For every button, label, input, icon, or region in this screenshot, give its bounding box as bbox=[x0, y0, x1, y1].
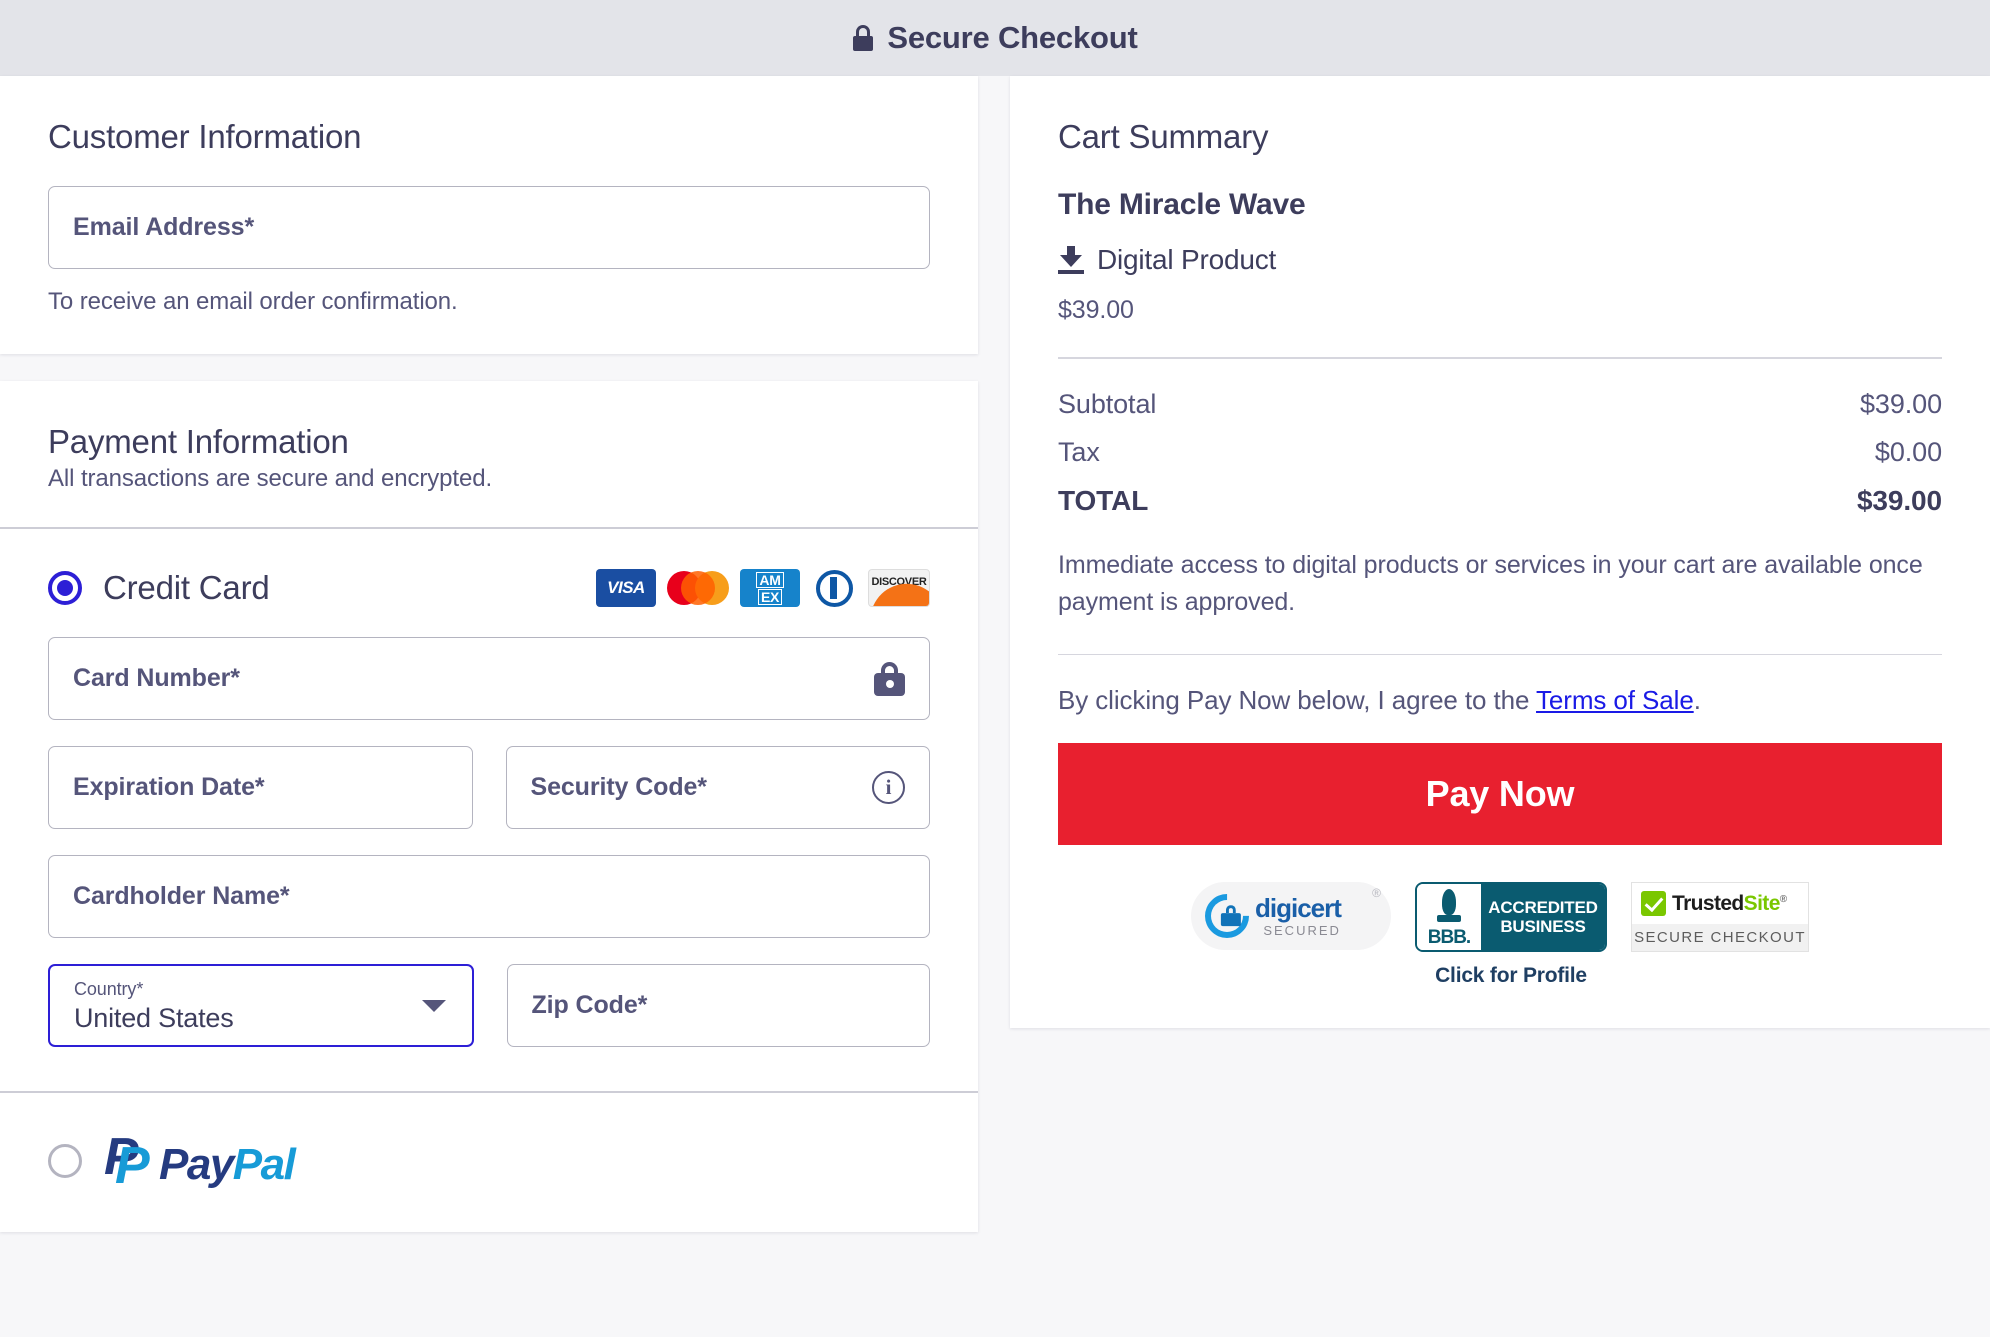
trustedsite-part1: Trusted bbox=[1672, 891, 1744, 915]
bbb-line2: BUSINESS bbox=[1500, 917, 1586, 937]
product-type-label: Digital Product bbox=[1097, 244, 1277, 275]
payment-method-credit-card[interactable]: Credit Card VISA AM EX DISCOVER bbox=[0, 529, 978, 607]
bbb-line1: ACCREDITED bbox=[1488, 897, 1598, 917]
expiration-date-label: Expiration Date* bbox=[73, 773, 265, 801]
card-number-label: Card Number* bbox=[73, 664, 240, 692]
total-value: $39.00 bbox=[1856, 484, 1942, 516]
payment-information-subtitle: All transactions are secure and encrypte… bbox=[48, 465, 493, 492]
info-icon[interactable]: i bbox=[872, 771, 905, 804]
country-value: United States bbox=[74, 1003, 234, 1033]
cart-summary-card: Cart Summary The Miracle Wave Digital Pr… bbox=[1010, 76, 1990, 1029]
subtotal-value: $39.00 bbox=[1860, 388, 1942, 419]
tax-row: Tax $0.00 bbox=[1058, 437, 1942, 468]
total-label: TOTAL bbox=[1058, 484, 1149, 516]
card-brand-logos: VISA AM EX DISCOVER bbox=[596, 569, 930, 607]
email-help-text: To receive an email order confirmation. bbox=[48, 288, 458, 315]
email-field[interactable]: Email Address* bbox=[48, 186, 930, 269]
card-number-field[interactable]: Card Number* bbox=[48, 637, 930, 720]
bbb-abbr: BBB. bbox=[1427, 926, 1471, 948]
digicert-sub: SECURED bbox=[1263, 923, 1341, 939]
security-code-field[interactable]: Security Code* i bbox=[505, 746, 930, 829]
subtotal-label: Subtotal bbox=[1058, 388, 1157, 419]
bbb-click-for-profile[interactable]: Click for Profile bbox=[1435, 964, 1587, 988]
terms-prefix: By clicking Pay Now below, I agree to th… bbox=[1058, 685, 1537, 716]
total-row: TOTAL $39.00 bbox=[1058, 485, 1942, 517]
customer-information-card: Customer Information Email Address* To r… bbox=[0, 76, 978, 354]
paypal-radio[interactable] bbox=[48, 1143, 82, 1178]
digicert-badge[interactable]: digicert SECURED ® bbox=[1191, 882, 1391, 951]
lock-icon bbox=[874, 661, 905, 696]
download-icon bbox=[1058, 246, 1084, 274]
check-icon bbox=[1641, 891, 1666, 917]
discover-icon: DISCOVER bbox=[868, 569, 930, 607]
trustedsite-part2: Site bbox=[1743, 891, 1781, 915]
expiration-date-field[interactable]: Expiration Date* bbox=[48, 746, 473, 829]
terms-suffix: . bbox=[1693, 685, 1701, 716]
terms-agreement: By clicking Pay Now below, I agree to th… bbox=[1058, 685, 1942, 716]
amex-icon: AM EX bbox=[740, 569, 800, 607]
cardholder-row: Cardholder Name* bbox=[48, 855, 930, 938]
product-type-row: Digital Product bbox=[1058, 244, 1942, 276]
zip-code-label: Zip Code* bbox=[531, 991, 648, 1019]
trustedsite-badge[interactable]: TrustedSite® SECURE CHECKOUT bbox=[1631, 882, 1809, 953]
mastercard-icon bbox=[667, 569, 729, 607]
divider bbox=[1058, 357, 1942, 359]
cardholder-name-label: Cardholder Name* bbox=[73, 882, 290, 910]
expiry-security-row: Expiration Date* Security Code* i bbox=[48, 746, 930, 829]
zip-code-field[interactable]: Zip Code* bbox=[506, 964, 930, 1047]
diners-club-icon bbox=[811, 569, 857, 607]
email-field-label: Email Address* bbox=[73, 213, 255, 241]
cardholder-name-field[interactable]: Cardholder Name* bbox=[48, 855, 930, 938]
cart-summary-title: Cart Summary bbox=[1058, 118, 1269, 155]
terms-of-sale-link[interactable]: Terms of Sale bbox=[1536, 685, 1694, 715]
country-label: Country* bbox=[74, 979, 144, 999]
subtotal-row: Subtotal $39.00 bbox=[1058, 389, 1942, 420]
checkout-columns: Customer Information Email Address* To r… bbox=[0, 76, 1990, 1232]
product-price: $39.00 bbox=[1058, 296, 1134, 324]
pay-now-button[interactable]: Pay Now bbox=[1058, 743, 1942, 846]
bbb-badge-wrapper: BBB. ACCREDITED BUSINESS Click for Profi… bbox=[1415, 882, 1607, 988]
country-zip-row: Country* United States Zip Code* bbox=[48, 964, 930, 1047]
paypal-logo-icon: PP Pay Pal bbox=[104, 1128, 296, 1195]
page-title: Secure Checkout bbox=[887, 20, 1138, 55]
credit-card-radio[interactable] bbox=[48, 571, 82, 605]
trust-badges: digicert SECURED ® BBB. ACCREDITED BUSIN… bbox=[1058, 882, 1942, 988]
visa-icon: VISA bbox=[596, 569, 656, 607]
tax-label: Tax bbox=[1058, 436, 1100, 467]
digicert-name: digicert bbox=[1255, 893, 1342, 924]
country-select[interactable]: Country* United States bbox=[48, 964, 474, 1047]
digicert-lock-icon bbox=[1195, 885, 1259, 948]
payment-information-title: Payment Information bbox=[48, 423, 349, 460]
tax-value: $0.00 bbox=[1874, 436, 1942, 467]
registered-mark-icon: ® bbox=[1372, 886, 1381, 901]
payment-information-header: Payment Information All transactions are… bbox=[0, 381, 978, 527]
payment-information-card: Payment Information All transactions are… bbox=[0, 381, 978, 1232]
trustedsite-sub: SECURE CHECKOUT bbox=[1632, 924, 1808, 952]
cart-note: Immediate access to digital products or … bbox=[1058, 550, 1923, 617]
right-column: Cart Summary The Miracle Wave Digital Pr… bbox=[1010, 76, 1990, 1029]
credit-card-label: Credit Card bbox=[103, 569, 270, 606]
security-code-label: Security Code* bbox=[530, 773, 708, 801]
checkout-page: Secure Checkout Customer Information Ema… bbox=[0, 0, 1990, 1337]
left-column: Customer Information Email Address* To r… bbox=[0, 76, 978, 1232]
customer-information-title: Customer Information bbox=[48, 118, 362, 155]
bbb-torch-icon bbox=[1437, 888, 1461, 922]
payment-method-paypal[interactable]: PP Pay Pal bbox=[0, 1093, 978, 1232]
chevron-down-icon bbox=[421, 999, 446, 1012]
bbb-badge[interactable]: BBB. ACCREDITED BUSINESS bbox=[1415, 882, 1607, 953]
lock-icon bbox=[852, 25, 874, 51]
credit-card-fields: Card Number* Expiration Date* Security C… bbox=[0, 607, 978, 1091]
product-name: The Miracle Wave bbox=[1058, 188, 1306, 221]
page-header: Secure Checkout bbox=[0, 0, 1990, 76]
divider bbox=[1058, 653, 1942, 656]
registered-mark-icon: ® bbox=[1779, 893, 1787, 905]
